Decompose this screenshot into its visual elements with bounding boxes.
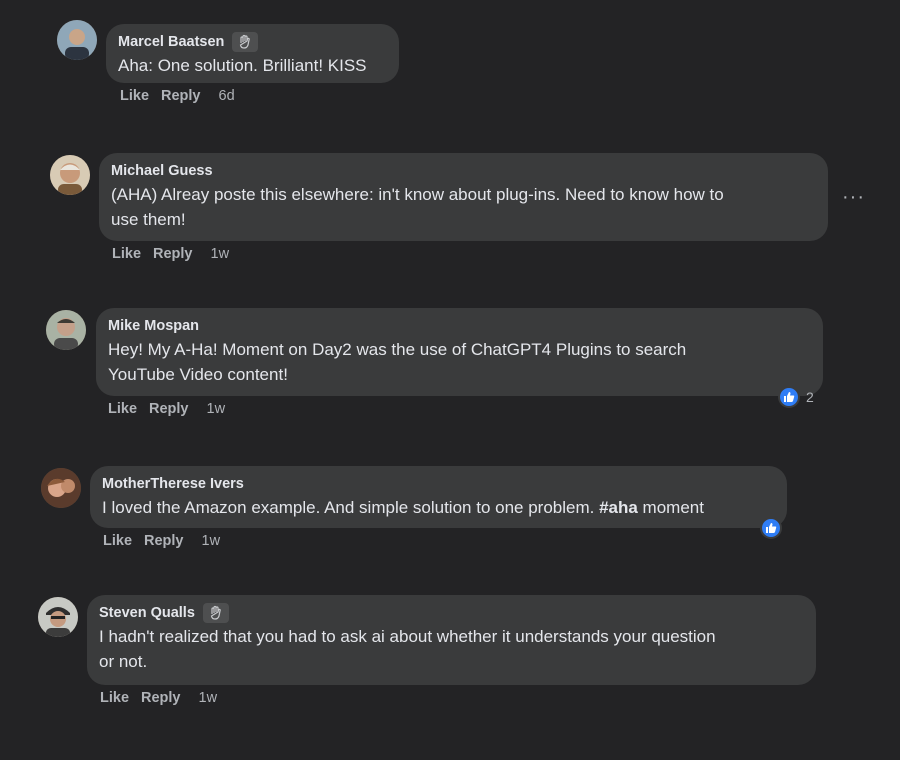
comment-actions: Like Reply 1w xyxy=(100,690,217,706)
comment-text-line: use them! xyxy=(111,210,186,229)
comment-bubble: Michael Guess (AHA) Alreay poste this el… xyxy=(99,153,828,241)
comment-bubble: Steven Qualls I hadn't realized that you… xyxy=(87,595,816,685)
commenter-name[interactable]: Marcel Baatsen xyxy=(118,34,224,50)
comment-actions: Like Reply 1w xyxy=(112,246,229,262)
avatar[interactable] xyxy=(41,468,81,508)
like-button[interactable]: Like xyxy=(100,690,129,706)
comment-text-line: (AHA) Alreay poste this elsewhere: in't … xyxy=(111,185,724,204)
comment-time[interactable]: 1w xyxy=(202,533,221,549)
comment-text-line: Hey! My A-Ha! Moment on Day2 was the use… xyxy=(108,340,687,359)
commenter-name[interactable]: MotherTherese Ivers xyxy=(102,476,244,492)
commenter-name[interactable]: Steven Qualls xyxy=(99,605,195,621)
comment-text-part: moment xyxy=(637,498,704,517)
comment-text-line: YouTube Video content! xyxy=(108,365,288,384)
comment-bubble: MotherTherese Ivers I loved the Amazon e… xyxy=(90,466,787,528)
comment-text: Hey! My A-Ha! Moment on Day2 was the use… xyxy=(108,337,811,387)
reaction-summary[interactable] xyxy=(760,517,782,539)
reply-button[interactable]: Reply xyxy=(141,690,181,706)
more-options-button[interactable]: ··· xyxy=(842,186,865,209)
comment-text: (AHA) Alreay poste this elsewhere: in't … xyxy=(111,182,816,232)
comment-actions: Like Reply 6d xyxy=(120,88,235,104)
avatar[interactable] xyxy=(57,20,97,60)
like-button[interactable]: Like xyxy=(112,246,141,262)
comment-actions: Like Reply 1w xyxy=(108,401,225,417)
comment-text: Aha: One solution. Brilliant! KISS xyxy=(118,56,367,75)
avatar[interactable] xyxy=(50,155,90,195)
comment-time[interactable]: 6d xyxy=(219,88,235,104)
avatar[interactable] xyxy=(38,597,78,637)
wave-icon xyxy=(202,603,229,623)
comment-text-line: I hadn't realized that you had to ask ai… xyxy=(99,627,716,646)
comment-bubble: Mike Mospan Hey! My A-Ha! Moment on Day2… xyxy=(96,308,823,396)
comment-text: I loved the Amazon example. And simple s… xyxy=(102,495,775,520)
comment-time[interactable]: 1w xyxy=(207,401,226,417)
thumbs-up-icon xyxy=(778,386,800,408)
like-button[interactable]: Like xyxy=(103,533,132,549)
reaction-summary[interactable]: 2 xyxy=(778,386,814,408)
reaction-count: 2 xyxy=(806,389,814,405)
like-button[interactable]: Like xyxy=(108,401,137,417)
comment-text-line: or not. xyxy=(99,652,148,671)
comment-time[interactable]: 1w xyxy=(199,690,218,706)
reply-button[interactable]: Reply xyxy=(144,533,184,549)
reply-button[interactable]: Reply xyxy=(161,88,201,104)
thumbs-up-icon xyxy=(760,517,782,539)
reply-button[interactable]: Reply xyxy=(149,401,189,417)
comment-bubble: Marcel Baatsen Aha: One solution. Brilli… xyxy=(106,24,399,83)
hashtag-link[interactable]: #aha xyxy=(599,498,638,517)
commenter-name[interactable]: Mike Mospan xyxy=(108,318,199,334)
avatar[interactable] xyxy=(46,310,86,350)
reply-button[interactable]: Reply xyxy=(153,246,193,262)
comment-actions: Like Reply 1w xyxy=(103,533,220,549)
comment-text-part: I loved the Amazon example. And simple s… xyxy=(102,498,600,517)
commenter-name[interactable]: Michael Guess xyxy=(111,163,213,179)
comment-time[interactable]: 1w xyxy=(211,246,230,262)
wave-icon xyxy=(232,32,259,52)
comment-text: I hadn't realized that you had to ask ai… xyxy=(99,624,804,674)
like-button[interactable]: Like xyxy=(120,88,149,104)
